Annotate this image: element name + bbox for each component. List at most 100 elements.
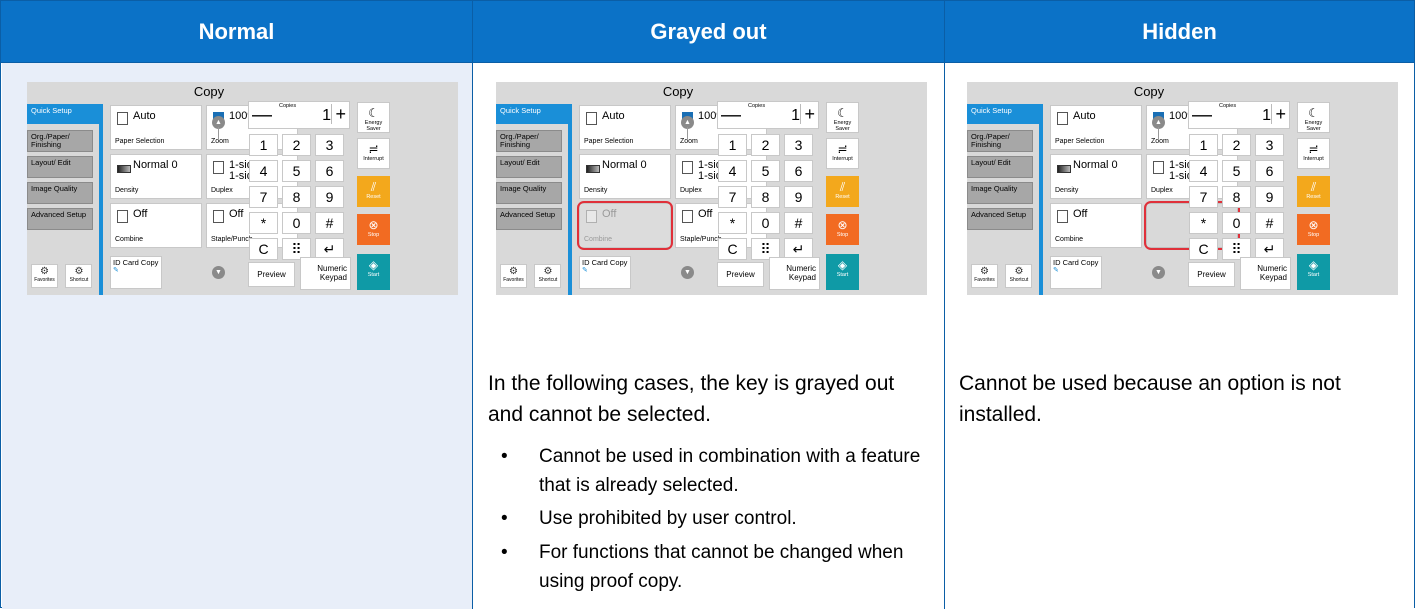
reset-button[interactable]: ⫽ Reset: [1297, 176, 1330, 207]
tab-1[interactable]: Org./Paper/ Finishing: [27, 130, 93, 152]
keypad-key[interactable]: 5: [1222, 160, 1251, 182]
keypad-key[interactable]: 3: [1255, 134, 1284, 156]
id-card-copy-button[interactable]: ID Card Copy ✎: [579, 256, 631, 289]
tab-3[interactable]: Image Quality: [27, 182, 93, 204]
keypad-key[interactable]: *: [718, 212, 747, 234]
numeric-keypad-button[interactable]: Numeric Keypad: [769, 257, 820, 290]
copies-stepper[interactable]: — Copies 1 +: [717, 101, 819, 129]
paper-selection-tile[interactable]: Auto Paper Selection: [1050, 105, 1142, 150]
tab-1[interactable]: Org./Paper/ Finishing: [496, 130, 562, 152]
density-tile[interactable]: Normal 0 Density: [579, 154, 671, 199]
combine-tile[interactable]: Off Combine: [110, 203, 202, 248]
keypad-key[interactable]: 8: [1222, 186, 1251, 208]
keypad-key[interactable]: 5: [751, 160, 780, 182]
keypad-key[interactable]: #: [315, 212, 344, 234]
shortcut-button[interactable]: ⚙ Shortcut: [65, 264, 93, 288]
keypad-key[interactable]: 3: [784, 134, 813, 156]
keypad-key[interactable]: #: [1255, 212, 1284, 234]
interrupt-button[interactable]: ≓ Interrupt: [826, 138, 859, 169]
interrupt-button[interactable]: ≓ Interrupt: [357, 138, 390, 169]
keypad-key[interactable]: 4: [718, 160, 747, 182]
tab-4[interactable]: Advanced Setup: [27, 208, 93, 230]
preview-button[interactable]: Preview: [717, 262, 764, 287]
shortcut-button[interactable]: ⚙ Shortcut: [534, 264, 562, 288]
density-tile[interactable]: Normal 0 Density: [110, 154, 202, 199]
stop-button[interactable]: ⊗ Stop: [826, 214, 859, 245]
energy-saver-button[interactable]: ☾ Energy Saver: [1297, 102, 1330, 133]
keypad-key[interactable]: 5: [282, 160, 311, 182]
reset-button[interactable]: ⫽ Reset: [357, 176, 390, 207]
tab-3[interactable]: Image Quality: [496, 182, 562, 204]
tab-2[interactable]: Layout/ Edit: [967, 156, 1033, 178]
favorites-button[interactable]: ⚙ Favorites: [971, 264, 998, 288]
start-button[interactable]: ◈ Start: [357, 254, 390, 290]
keypad-key[interactable]: 6: [315, 160, 344, 182]
start-button[interactable]: ◈ Start: [1297, 254, 1330, 290]
start-button[interactable]: ◈ Start: [826, 254, 859, 290]
keypad-key[interactable]: 0: [1222, 212, 1251, 234]
tab-2[interactable]: Layout/ Edit: [496, 156, 562, 178]
reset-button[interactable]: ⫽ Reset: [826, 176, 859, 207]
minus-icon[interactable]: —: [252, 105, 272, 125]
keypad-key[interactable]: 7: [1189, 186, 1218, 208]
plus-icon[interactable]: +: [1271, 104, 1286, 124]
keypad-key[interactable]: 3: [315, 134, 344, 156]
interrupt-button[interactable]: ≓ Interrupt: [1297, 138, 1330, 169]
plus-icon[interactable]: +: [331, 104, 346, 124]
numeric-keypad-button[interactable]: Numeric Keypad: [1240, 257, 1291, 290]
combine-tile[interactable]: Off Combine: [1050, 203, 1142, 248]
keypad-key[interactable]: *: [1189, 212, 1218, 234]
favorites-button[interactable]: ⚙ Favorites: [500, 264, 527, 288]
density-tile[interactable]: Normal 0 Density: [1050, 154, 1142, 199]
keypad-key[interactable]: 0: [751, 212, 780, 234]
keypad-key[interactable]: 0: [282, 212, 311, 234]
keypad-key[interactable]: C: [249, 238, 278, 260]
minus-icon[interactable]: —: [721, 105, 741, 125]
keypad-key[interactable]: 1: [249, 134, 278, 156]
keypad-key[interactable]: #: [784, 212, 813, 234]
keypad-key[interactable]: 7: [718, 186, 747, 208]
keypad-key[interactable]: 6: [1255, 160, 1284, 182]
keypad-key[interactable]: 2: [1222, 134, 1251, 156]
tab-4[interactable]: Advanced Setup: [967, 208, 1033, 230]
copies-stepper[interactable]: — Copies 1 +: [1188, 101, 1290, 129]
keypad-key[interactable]: 4: [249, 160, 278, 182]
keypad-key[interactable]: 4: [1189, 160, 1218, 182]
tab-0[interactable]: Quick Setup: [27, 104, 99, 124]
tab-4[interactable]: Advanced Setup: [496, 208, 562, 230]
stop-button[interactable]: ⊗ Stop: [1297, 214, 1330, 245]
keypad-key[interactable]: 9: [1255, 186, 1284, 208]
keypad-key[interactable]: 8: [751, 186, 780, 208]
id-card-copy-button[interactable]: ID Card Copy ✎: [110, 256, 162, 289]
energy-saver-button[interactable]: ☾ Energy Saver: [826, 102, 859, 133]
scroll-down-icon[interactable]: ▼: [681, 266, 694, 279]
keypad-key[interactable]: 2: [751, 134, 780, 156]
tab-2[interactable]: Layout/ Edit: [27, 156, 93, 178]
keypad-key[interactable]: C: [718, 238, 747, 260]
paper-selection-tile[interactable]: Auto Paper Selection: [110, 105, 202, 150]
tab-0[interactable]: Quick Setup: [496, 104, 568, 124]
keypad-key[interactable]: C: [1189, 238, 1218, 260]
keypad-key[interactable]: 9: [784, 186, 813, 208]
keypad-key[interactable]: 7: [249, 186, 278, 208]
tab-0[interactable]: Quick Setup: [967, 104, 1039, 124]
keypad-key[interactable]: 6: [784, 160, 813, 182]
preview-button[interactable]: Preview: [1188, 262, 1235, 287]
keypad-key[interactable]: 8: [282, 186, 311, 208]
keypad-key[interactable]: *: [249, 212, 278, 234]
id-card-copy-button[interactable]: ID Card Copy ✎: [1050, 256, 1102, 289]
stop-button[interactable]: ⊗ Stop: [357, 214, 390, 245]
scroll-down-icon[interactable]: ▼: [212, 266, 225, 279]
energy-saver-button[interactable]: ☾ Energy Saver: [357, 102, 390, 133]
keypad-key[interactable]: 2: [282, 134, 311, 156]
keypad-key[interactable]: 1: [718, 134, 747, 156]
plus-icon[interactable]: +: [800, 104, 815, 124]
keypad-key[interactable]: 9: [315, 186, 344, 208]
shortcut-button[interactable]: ⚙ Shortcut: [1005, 264, 1033, 288]
favorites-button[interactable]: ⚙ Favorites: [31, 264, 58, 288]
tab-3[interactable]: Image Quality: [967, 182, 1033, 204]
scroll-down-icon[interactable]: ▼: [1152, 266, 1165, 279]
preview-button[interactable]: Preview: [248, 262, 295, 287]
paper-selection-tile[interactable]: Auto Paper Selection: [579, 105, 671, 150]
tab-1[interactable]: Org./Paper/ Finishing: [967, 130, 1033, 152]
